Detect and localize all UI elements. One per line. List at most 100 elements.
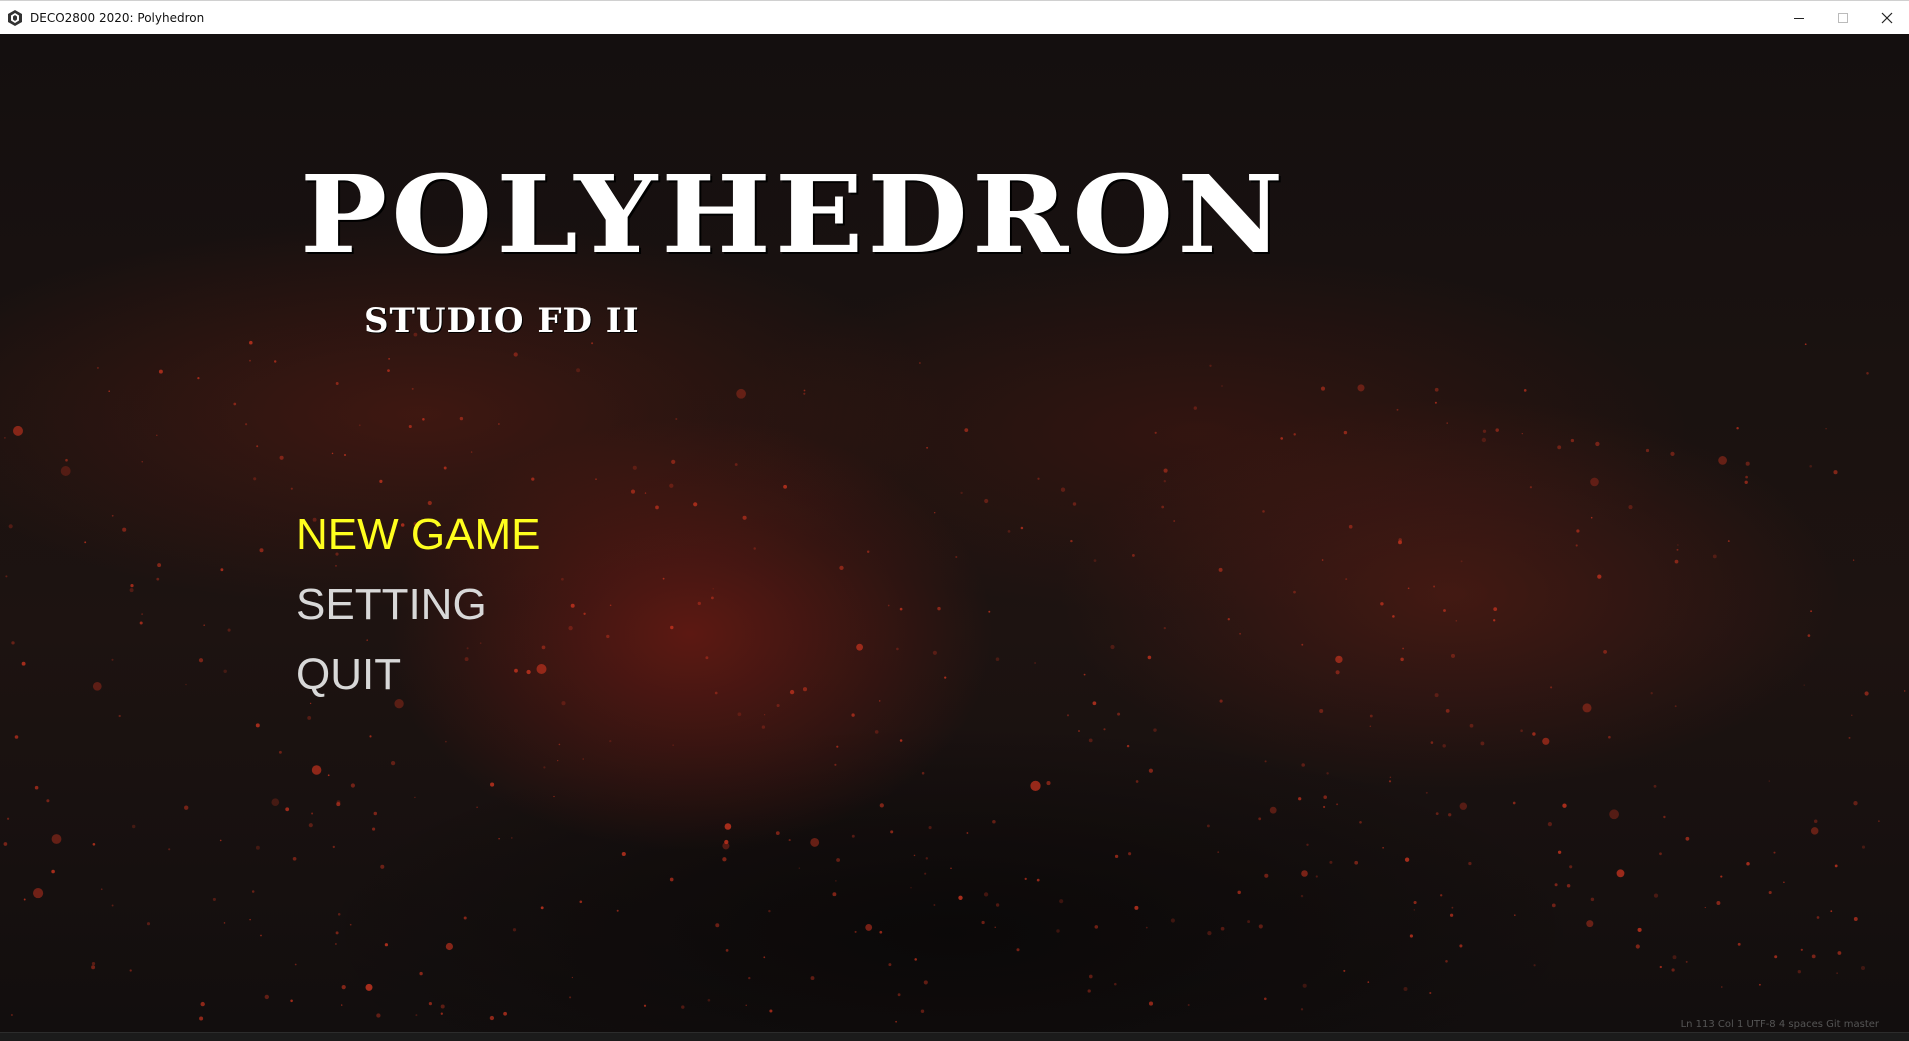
ember-particle: [910, 887, 912, 889]
ember-particle: [1737, 942, 1741, 946]
ember-particle: [1300, 1008, 1304, 1011]
ember-particle: [1676, 548, 1679, 551]
ember-particle: [606, 634, 610, 639]
ember-particle: [157, 563, 162, 568]
ember-particle: [65, 458, 68, 462]
ember-particle: [373, 811, 378, 816]
ember-particle: [879, 930, 883, 934]
ember-particle: [111, 658, 114, 661]
ember-particle: [783, 484, 788, 489]
ember-particle: [1797, 970, 1801, 974]
ember-particle: [1433, 585, 1436, 588]
ember-particle: [1566, 884, 1571, 888]
window-title: DECO2800 2020: Polyhedron: [30, 10, 205, 25]
ember-particle: [251, 890, 255, 893]
ember-particle: [1469, 723, 1474, 728]
ember-particle: [1758, 983, 1761, 986]
ember-particle: [851, 713, 855, 717]
ember-particle: [1853, 917, 1858, 921]
ember-particle: [887, 604, 890, 607]
ember-particle: [1207, 930, 1212, 936]
ember-particle: [714, 691, 718, 695]
maximize-button[interactable]: [1821, 1, 1865, 35]
ember-particle: [558, 743, 561, 746]
ember-particle: [745, 1004, 747, 1006]
menu-setting[interactable]: SETTING: [296, 570, 540, 640]
ember-particle: [1833, 470, 1838, 475]
ember-particle: [1807, 634, 1811, 637]
ember-particle: [156, 434, 158, 437]
ember-particle: [51, 869, 55, 874]
ember-particle: [1816, 916, 1820, 919]
ember-particle: [331, 452, 334, 455]
ember-particle: [1154, 431, 1157, 434]
ember-particle: [1653, 784, 1657, 788]
ember-particle: [895, 1020, 897, 1023]
ember-particle: [1382, 847, 1384, 849]
logo-subtitle: STUDIO FD II: [364, 301, 640, 341]
ember-particle: [737, 712, 742, 717]
ember-particle: [290, 487, 293, 490]
ember-particle: [725, 949, 729, 952]
ember-particle: [722, 857, 727, 862]
menu-new-game[interactable]: NEW GAME: [296, 500, 540, 570]
ember-particle: [950, 867, 952, 870]
ember-particle: [108, 390, 110, 392]
title-bar[interactable]: DECO2800 2020: Polyhedron: [0, 0, 1909, 34]
ember-particle: [1220, 926, 1225, 931]
ember-particle: [1323, 805, 1326, 809]
ember-particle: [1262, 510, 1265, 513]
ember-particle: [693, 502, 698, 507]
ember-particle: [1114, 854, 1119, 859]
ember-particle: [498, 423, 500, 425]
ember-particle: [1523, 389, 1527, 392]
ember-particle: [141, 613, 143, 615]
ember-particle: [1007, 530, 1011, 533]
ember-particle: [748, 976, 751, 980]
ember-particle: [866, 550, 870, 554]
ember-particle: [1595, 441, 1600, 447]
ember-particle: [1046, 781, 1051, 786]
ember-particle: [292, 856, 297, 861]
ember-particle: [1380, 602, 1384, 606]
ember-particle: [419, 971, 423, 976]
ember-particle: [1056, 929, 1060, 933]
ember-particle: [964, 428, 969, 432]
ember-particle: [1718, 456, 1727, 465]
ember-particle: [1557, 850, 1562, 854]
ember-particle: [557, 759, 559, 762]
ember-particle: [255, 845, 260, 850]
ember-particle: [60, 466, 71, 476]
ember-particle: [1521, 432, 1523, 435]
ember-particle: [390, 760, 396, 766]
ember-particle: [1736, 426, 1739, 430]
ember-particle: [1388, 780, 1392, 783]
ember-particle: [1407, 587, 1410, 590]
ember-particle: [223, 922, 226, 924]
ember-particle: [966, 832, 969, 834]
minimize-button[interactable]: [1777, 1, 1821, 35]
ember-particle: [1078, 730, 1080, 732]
ember-particle: [1442, 744, 1446, 748]
ember-particle: [1298, 797, 1302, 801]
ember-particle: [803, 389, 806, 392]
ember-particle: [1860, 965, 1866, 971]
menu-quit[interactable]: QUIT: [296, 640, 540, 710]
ember-particle: [1514, 914, 1516, 916]
ember-particle: [503, 1011, 507, 1016]
ember-particle: [440, 1012, 443, 1015]
ember-particle: [365, 983, 373, 991]
ember-particle: [249, 918, 251, 921]
ember-particle: [1148, 768, 1154, 773]
ember-particle: [1434, 401, 1437, 404]
ember-particle: [253, 477, 257, 481]
ember-particle: [1810, 610, 1813, 613]
ember-particle: [14, 735, 19, 739]
ember-particle: [1430, 741, 1434, 744]
ember-particle: [932, 650, 938, 655]
ember-particle: [715, 923, 720, 928]
ember-particle: [372, 827, 376, 831]
ember-particle: [4, 437, 6, 439]
close-button[interactable]: [1865, 1, 1909, 35]
ember-particle: [1367, 981, 1370, 983]
